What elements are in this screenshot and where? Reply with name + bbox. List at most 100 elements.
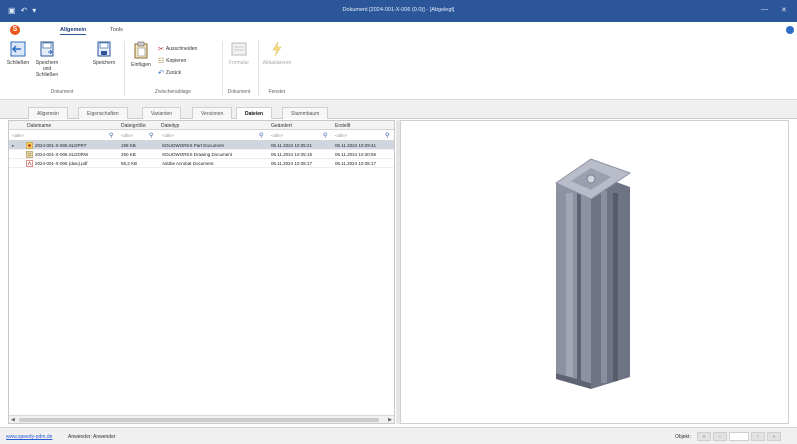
app-menu-button[interactable]: S bbox=[10, 25, 20, 35]
table-row[interactable]: 2024-001-X-006.SLDDRW 250 KB SOLIDWORKS … bbox=[9, 150, 394, 159]
tab-varianten[interactable]: Varianten bbox=[142, 107, 182, 119]
row-expander-icon[interactable]: ▸ bbox=[12, 143, 14, 149]
profile-right-face bbox=[591, 173, 630, 389]
column-header-dateigroesse[interactable]: Dateigröße bbox=[121, 123, 146, 129]
close-button[interactable]: ✕ bbox=[781, 6, 787, 14]
form-icon bbox=[231, 42, 247, 56]
group-label-dokument-2: Dokument bbox=[227, 89, 251, 95]
help-icon[interactable] bbox=[786, 26, 794, 34]
title-bar: ▣ ↶ ▾ Dokument [2024-001-X-006 (0.0)] - … bbox=[0, 0, 797, 22]
minimize-button[interactable]: — bbox=[761, 6, 768, 13]
document-tab-bar: Allgemein Eigenschaften Varianten Versio… bbox=[0, 100, 797, 119]
tab-versionen[interactable]: Versionen bbox=[192, 107, 233, 119]
profile-center-bore bbox=[586, 174, 596, 184]
cell-dateiname: 2024-001-X-006 (dwu).pdf bbox=[35, 161, 88, 166]
paste-label: Einfügen bbox=[131, 62, 151, 68]
ribbon-tab-allgemein[interactable]: Allgemein bbox=[60, 27, 87, 35]
horizontal-scrollbar[interactable]: ◀ ▶ bbox=[9, 415, 394, 423]
ribbon: Schließen Speichern und Schließen Speich… bbox=[0, 37, 797, 100]
lightning-icon bbox=[272, 41, 282, 57]
paste-button[interactable]: Einfügen bbox=[128, 41, 154, 68]
save-and-close-button[interactable]: Speichern und Schließen bbox=[32, 41, 62, 78]
form-button[interactable]: Formular bbox=[226, 41, 252, 66]
save-icon bbox=[97, 41, 111, 57]
cell-dateityp: Adobe Acrobat Document bbox=[162, 161, 214, 166]
table-row[interactable]: ▸ 2024-001-X-006.SLDPRT 198 KB SOLIDWORK… bbox=[9, 141, 394, 150]
cut-button[interactable]: ✂ Ausschneiden bbox=[158, 45, 197, 53]
filter-search-icon[interactable]: ⚲ bbox=[109, 132, 113, 139]
cell-dateityp: SOLIDWORKS Part Document bbox=[162, 143, 224, 148]
exit-icon bbox=[10, 41, 26, 57]
table-row[interactable]: 2024-001-X-006 (dwu).pdf 58,2 KB Adobe A… bbox=[9, 159, 394, 168]
ribbon-separator bbox=[124, 41, 125, 96]
scroll-right-icon[interactable]: ▶ bbox=[388, 417, 392, 423]
pager-label: Objekt: bbox=[675, 434, 691, 440]
profile-groove bbox=[566, 193, 573, 381]
group-label-dokument: Dokument bbox=[50, 89, 74, 95]
cell-geaendert: 06.11.2024 10:35:15 bbox=[271, 152, 312, 157]
page-number-field[interactable] bbox=[729, 432, 749, 441]
sldprt-file-icon bbox=[26, 142, 33, 149]
filter-erstellt[interactable]: <alle> bbox=[335, 133, 347, 138]
website-link[interactable]: www.speedy-pdm.de bbox=[6, 434, 52, 440]
column-header-geaendert[interactable]: Geändert bbox=[271, 123, 292, 129]
save-button[interactable]: Speichern bbox=[90, 41, 118, 66]
cell-dateityp: SOLIDWORKS Drawing Document bbox=[162, 152, 233, 157]
ribbon-tab-bar: S Allgemein Tools bbox=[0, 22, 797, 37]
cell-dateigroesse: 58,2 KB bbox=[121, 161, 138, 166]
scroll-left-icon[interactable]: ◀ bbox=[11, 417, 15, 423]
filter-search-icon[interactable]: ⚲ bbox=[323, 132, 327, 139]
user-status: Anwender: Anwender bbox=[68, 434, 116, 440]
close-document-button[interactable]: Schließen bbox=[6, 41, 30, 66]
cell-dateiname: 2024-001-X-006.SLDDRW bbox=[35, 152, 89, 157]
tab-eigenschaften[interactable]: Eigenschaften bbox=[78, 107, 128, 119]
save-label: Speichern bbox=[92, 60, 116, 66]
grid-header: Dateiname Dateigröße Dateityp Geändert E… bbox=[9, 121, 394, 130]
copy-button[interactable]: ☷ Kopieren bbox=[158, 57, 186, 65]
last-page-button[interactable]: » bbox=[767, 432, 781, 441]
filter-search-icon[interactable]: ⚲ bbox=[259, 132, 263, 139]
tab-allgemein[interactable]: Allgemein bbox=[28, 107, 68, 119]
tab-dateien[interactable]: Dateien bbox=[236, 107, 273, 119]
ribbon-separator bbox=[258, 41, 259, 96]
filter-dateigroesse[interactable]: <alle> bbox=[121, 133, 133, 138]
refresh-button[interactable]: Aktualisieren bbox=[262, 41, 292, 66]
cut-label: Ausschneiden bbox=[165, 46, 198, 52]
scrollbar-thumb[interactable] bbox=[19, 418, 379, 422]
filter-row: <alle> ⚲ <alle> ⚲ <alle> ⚲ <alle> ⚲ <all… bbox=[9, 130, 394, 141]
group-label-zwischenablage: Zwischenablage bbox=[154, 89, 192, 95]
first-page-button[interactable]: « bbox=[697, 432, 711, 441]
pdf-file-icon bbox=[26, 160, 33, 167]
cell-geaendert: 06.11.2024 10:35:21 bbox=[271, 143, 312, 148]
aluminum-profile-preview bbox=[554, 158, 632, 389]
profile-groove bbox=[601, 191, 607, 383]
filter-dateityp[interactable]: <alle> bbox=[162, 133, 174, 138]
cell-erstellt: 06.11.2024 10:29:41 bbox=[335, 143, 376, 148]
paste-icon bbox=[134, 41, 148, 59]
ribbon-tab-tools[interactable]: Tools bbox=[110, 27, 123, 33]
tab-stammbaum[interactable]: Stammbaum bbox=[282, 107, 329, 119]
filter-dateiname[interactable]: <alle> bbox=[12, 133, 24, 138]
undo-label: Zurück bbox=[165, 70, 182, 76]
save-close-icon bbox=[40, 41, 54, 57]
profile-left-face bbox=[556, 173, 591, 383]
prev-page-button[interactable]: ‹ bbox=[713, 432, 727, 441]
filter-search-icon[interactable]: ⚲ bbox=[149, 132, 153, 139]
cell-dateigroesse: 198 KB bbox=[121, 143, 136, 148]
filter-geaendert[interactable]: <alle> bbox=[271, 133, 283, 138]
column-header-erstellt[interactable]: Erstellt bbox=[335, 123, 350, 129]
next-page-button[interactable]: › bbox=[751, 432, 765, 441]
cell-geaendert: 06.11.2024 10:35:17 bbox=[271, 161, 312, 166]
model-preview-pane[interactable] bbox=[400, 120, 789, 424]
cell-dateigroesse: 250 KB bbox=[121, 152, 136, 157]
window-title: Dokument [2024-001-X-006 (0.0)] - [Abgel… bbox=[342, 7, 455, 13]
filter-search-icon[interactable]: ⚲ bbox=[385, 132, 389, 139]
column-header-dateityp[interactable]: Dateityp bbox=[161, 123, 179, 129]
undo-button[interactable]: ↶ Zurück bbox=[158, 69, 181, 77]
scissors-icon: ✂ bbox=[158, 46, 164, 53]
column-header-dateiname[interactable]: Dateiname bbox=[27, 123, 51, 129]
close-document-label: Schließen bbox=[6, 60, 30, 66]
profile-groove bbox=[577, 191, 581, 383]
file-grid: Dateiname Dateigröße Dateityp Geändert E… bbox=[8, 120, 395, 424]
save-and-close-label-2: und Schließen bbox=[35, 66, 59, 78]
